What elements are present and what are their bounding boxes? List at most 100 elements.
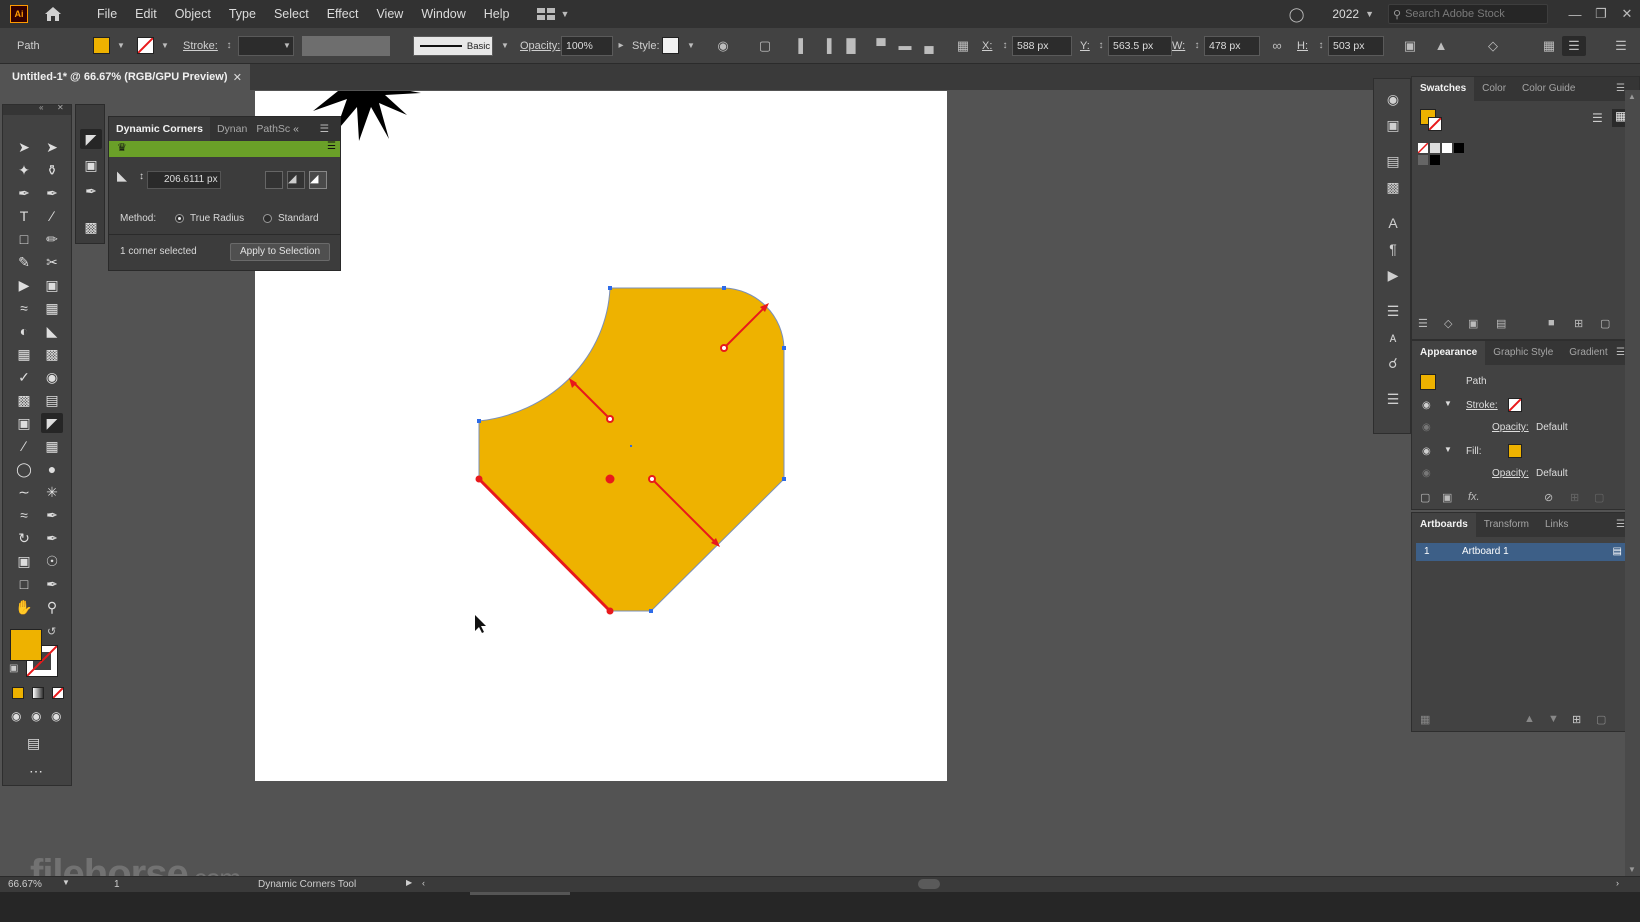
visibility-eye-icon[interactable]: ◉: [1422, 422, 1434, 433]
artboard[interactable]: [255, 21, 947, 781]
close-window-icon[interactable]: ✕: [1614, 6, 1640, 22]
tab-color[interactable]: Color: [1474, 77, 1514, 101]
appearance-fill-opacity-row[interactable]: ◉ Opacity: Default: [1412, 463, 1622, 485]
magic-wand-tool-icon[interactable]: ✦: [13, 160, 35, 180]
menu-type[interactable]: Type: [220, 7, 265, 21]
transform-icon[interactable]: ▢: [756, 37, 774, 55]
default-colors-icon[interactable]: ▣: [9, 663, 18, 674]
move-up-icon[interactable]: ▲: [1524, 713, 1535, 725]
align-top-icon[interactable]: ▀: [872, 37, 890, 55]
ellipse-tool-icon[interactable]: ◯: [13, 459, 35, 479]
fill-color-swatch[interactable]: [93, 37, 110, 54]
swatch-options-icon[interactable]: ▣: [1468, 317, 1478, 330]
opacity-attribute-label[interactable]: Opacity:: [1492, 422, 1529, 433]
symbol-sprayer-tool-icon[interactable]: ▩: [13, 390, 35, 410]
scissors-tool-icon[interactable]: ✂: [41, 252, 63, 272]
menu-file[interactable]: File: [88, 7, 126, 21]
restore-icon[interactable]: ❐: [1588, 6, 1614, 22]
arrange-icon[interactable]: ▦: [1540, 37, 1558, 55]
shape-builder-icon[interactable]: ▲: [1432, 37, 1450, 55]
panel-options-button[interactable]: ☰: [1562, 36, 1586, 56]
brush-definition-select[interactable]: Basic: [413, 36, 493, 56]
graphic-style-swatch[interactable]: [662, 37, 679, 54]
x-position-input[interactable]: 588 px: [1012, 36, 1072, 56]
fill-opacity-label[interactable]: Opacity:: [1492, 468, 1529, 479]
list-view-icon[interactable]: ☰: [1592, 111, 1603, 125]
new-artboard-icon[interactable]: ⊞: [1572, 713, 1581, 726]
measure-tool-icon[interactable]: ✒: [41, 574, 63, 594]
home-icon[interactable]: [42, 5, 64, 23]
menu-window[interactable]: Window: [412, 7, 474, 21]
screen-mode-icon[interactable]: ▤: [27, 735, 40, 752]
corner-inverted-button[interactable]: ◢: [287, 171, 305, 189]
menu-help[interactable]: Help: [475, 7, 519, 21]
swatch-black[interactable]: [1454, 143, 1464, 153]
vertical-scrollbar[interactable]: ▲ ▼: [1625, 90, 1640, 876]
menu-effect[interactable]: Effect: [318, 7, 368, 21]
selection-tool-icon[interactable]: ➤: [13, 137, 35, 157]
visibility-eye-icon[interactable]: ◉: [1422, 446, 1434, 457]
appearance-stroke-opacity-row[interactable]: ◉ Opacity: Default: [1412, 417, 1622, 439]
stroke-label[interactable]: Stroke:: [183, 40, 218, 52]
horizontal-scroll-thumb[interactable]: [918, 879, 940, 889]
graph-tool-icon[interactable]: ▤: [41, 390, 63, 410]
artboard-name[interactable]: Artboard 1: [1462, 543, 1509, 561]
stroke-attribute-label[interactable]: Stroke:: [1466, 400, 1498, 411]
slice-tool-icon[interactable]: ▦: [41, 436, 63, 456]
move-down-icon[interactable]: ▼: [1548, 713, 1559, 725]
swatch-kind-icon[interactable]: ◇: [1444, 317, 1452, 330]
artboard-options-icon[interactable]: ▤: [1613, 543, 1622, 561]
standard-radio[interactable]: [263, 214, 272, 223]
lightbulb-icon[interactable]: ◯: [1289, 6, 1305, 23]
stroke-swatch[interactable]: [1508, 398, 1522, 412]
reflect-tool-icon[interactable]: ▶: [13, 275, 35, 295]
isolate-icon[interactable]: ▣: [1401, 37, 1419, 55]
eyedropper-tool-icon[interactable]: ✓: [13, 367, 35, 387]
visibility-eye-icon[interactable]: ◉: [1422, 400, 1434, 411]
artboard-list-row[interactable]: 1 Artboard 1 ▤: [1416, 543, 1636, 561]
chevron-down-icon[interactable]: ▼: [1444, 445, 1452, 454]
zoom-tool-icon[interactable]: ⚲: [41, 597, 63, 617]
document-tab[interactable]: Untitled-1* @ 66.67% (RGB/GPU Preview) ✕: [0, 64, 250, 90]
search-stock-input[interactable]: ⚲ Search Adobe Stock: [1388, 4, 1548, 24]
corner-chamfer-button[interactable]: ◢: [309, 171, 327, 189]
spiral-tool-icon[interactable]: ☉: [41, 551, 63, 571]
chevron-right-icon[interactable]: ▸: [612, 37, 630, 55]
direct-selection-tool-icon[interactable]: ➤: [41, 137, 63, 157]
width-input[interactable]: 478 px: [1204, 36, 1260, 56]
appearance-fill-row[interactable]: ◉ ▼ Fill:: [1412, 441, 1622, 463]
delete-swatch-icon[interactable]: ▢: [1600, 317, 1610, 330]
puppet-warp-tool-icon[interactable]: ✳: [41, 482, 63, 502]
visibility-eye-icon[interactable]: ◉: [1422, 468, 1434, 479]
align-center-icon[interactable]: ▐: [818, 37, 836, 55]
shape-builder-tool-icon[interactable]: ◐: [13, 321, 35, 341]
close-panel-icon[interactable]: ✕: [57, 103, 64, 112]
menu-object[interactable]: Object: [166, 7, 220, 21]
tab-appearance[interactable]: Appearance: [1412, 341, 1486, 365]
align-bottom-icon[interactable]: ▄: [920, 37, 938, 55]
tab-color-guide[interactable]: Color Guide: [1514, 77, 1583, 101]
stepper-icon[interactable]: ↕: [139, 171, 144, 182]
chevron-down-icon[interactable]: ▼: [1444, 399, 1452, 408]
swatch-registration[interactable]: [1430, 143, 1440, 153]
swatch-black-2[interactable]: [1430, 155, 1440, 165]
feather-tool-icon[interactable]: ✒: [41, 528, 63, 548]
stepper-icon[interactable]: ↕: [220, 37, 238, 55]
swatch-white[interactable]: [1442, 143, 1452, 153]
type-tool-icon[interactable]: T: [13, 206, 35, 226]
add-fill-icon[interactable]: ▣: [1442, 491, 1452, 504]
artboard-tool-icon[interactable]: ▣: [13, 413, 35, 433]
close-tab-icon[interactable]: ✕: [233, 71, 242, 84]
mesh-tool-icon[interactable]: ▦: [13, 344, 35, 364]
draw-behind-icon[interactable]: ◉: [31, 709, 41, 723]
gradient-mode-icon[interactable]: [32, 687, 44, 699]
chevron-right-icon[interactable]: ›: [1616, 878, 1619, 888]
more-tools-icon[interactable]: ⋯: [29, 763, 43, 780]
smooth-tool-icon[interactable]: ∼: [13, 482, 35, 502]
lasso-tool-icon[interactable]: ⚱: [41, 160, 63, 180]
selected-path-shape[interactable]: [478, 287, 785, 612]
perspective-grid-tool-icon[interactable]: ◣: [41, 321, 63, 341]
align-panel-icon[interactable]: ▤: [1383, 151, 1403, 171]
stroke-panel-icon[interactable]: ☰: [1383, 301, 1403, 321]
character-panel-icon[interactable]: A: [1383, 213, 1403, 233]
